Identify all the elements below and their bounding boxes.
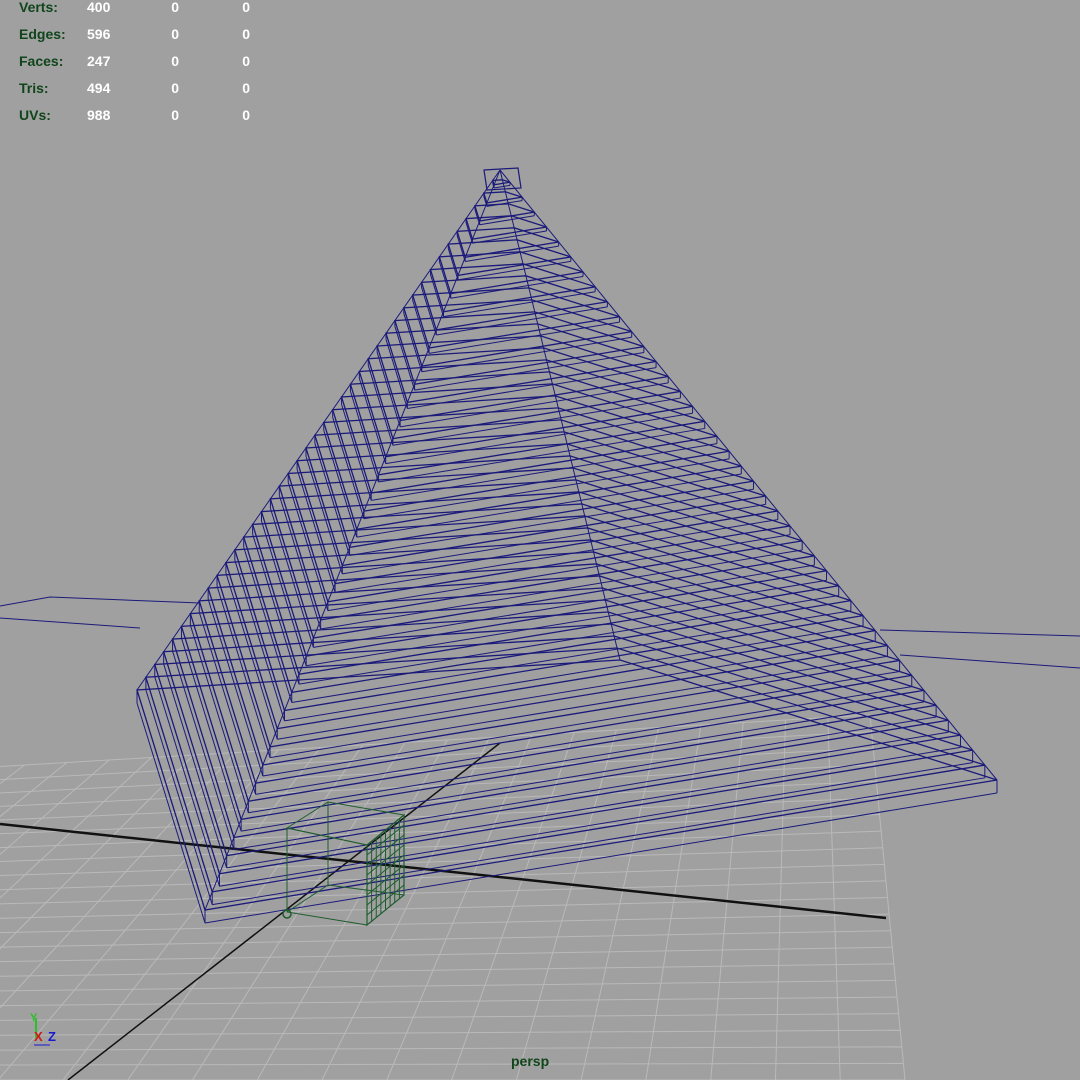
pyramid-step-riser (226, 746, 961, 869)
hud-stat-total: 596 (87, 26, 111, 42)
grid-line (580, 727, 660, 1080)
hud-row: Faces: 247 0 0 (19, 48, 250, 75)
pyramid-step-riser (371, 443, 718, 501)
pyramid-step-ring (331, 395, 730, 512)
hud-row: UVs: 988 0 0 (19, 102, 250, 129)
hud-stat-selected-2: 0 (242, 0, 250, 15)
hud-stat-selected: 0 (171, 107, 179, 123)
hud-stat-total: 400 (87, 0, 111, 15)
grid-line (0, 1062, 904, 1066)
pyramid-step-riser (284, 625, 864, 722)
pyramid-step-riser (367, 365, 394, 446)
horizon-line-right (879, 629, 1080, 637)
pyramid-step-riser (233, 731, 949, 850)
pyramid-step-riser (378, 427, 705, 483)
horizon-line-left (0, 596, 201, 607)
grid-line (0, 1013, 899, 1021)
grid-line (0, 757, 152, 899)
hud-row: Tris: 494 0 0 (19, 75, 250, 102)
pyramid-step-riser (189, 624, 249, 813)
pyramid-step-riser (494, 184, 511, 189)
pyramid-step-ring (162, 623, 961, 857)
pyramid-step-riser (376, 352, 401, 428)
hud-stat-selected: 0 (171, 80, 179, 96)
grid-line (0, 946, 893, 963)
pyramid-step-ring (385, 323, 657, 404)
hud-stat-label: Verts: (19, 0, 58, 15)
pyramid-step-riser (447, 248, 459, 281)
pyramid-step-ring (474, 203, 535, 222)
grid-line (0, 1046, 902, 1051)
axis-x-label: X (34, 1029, 43, 1044)
pyramid-step-ring (189, 587, 925, 802)
axis-z-label: Z (48, 1029, 56, 1044)
hud-stat-total: 494 (87, 80, 111, 96)
hud-row: Verts: 400 0 0 (19, 0, 250, 21)
pyramid-step-riser (219, 762, 973, 887)
pyramid-step-riser (291, 610, 851, 703)
pyramid-step-riser (243, 547, 293, 703)
hud-row: Edges: 596 0 0 (19, 21, 250, 48)
hud-stat-label: Tris: (19, 80, 49, 96)
hud-stat-label: UVs: (19, 107, 51, 123)
pyramid-step-riser (349, 488, 754, 556)
pyramid-step-ring (251, 503, 839, 676)
pyramid-step-riser (145, 689, 213, 905)
hud-stat-total: 247 (87, 53, 111, 69)
camera-name-label: persp (511, 1053, 550, 1069)
hud-stat-selected-2: 0 (242, 107, 250, 123)
grid-line (0, 996, 898, 1007)
pyramid-corner-edge (204, 169, 501, 911)
pyramid-step-riser (456, 235, 466, 262)
grid-line (321, 737, 490, 1080)
hud-stat-label: Faces: (19, 53, 64, 69)
hud-stat-selected: 0 (171, 53, 179, 69)
hud-stat-selected: 0 (171, 26, 179, 42)
hud-stat-selected-2: 0 (242, 26, 250, 42)
axis-orientation-gizmo: Y X Z (30, 1012, 56, 1046)
pyramid-step-riser (465, 222, 473, 244)
pyramid-step-riser (358, 378, 387, 464)
grid-line (0, 913, 890, 934)
pyramid-wireframe[interactable] (136, 167, 998, 924)
scene-wireframe[interactable] (0, 0, 1080, 1080)
axis-y-label: Y (30, 1012, 38, 1024)
grid-line (0, 764, 25, 785)
pyramid-step-riser (327, 534, 791, 612)
pyramid-step-ring (153, 635, 973, 875)
poly-count-hud: Verts: 400 0 0 Edges: 596 0 0 Faces: 247 0 0 Tris: 49… (19, 0, 250, 129)
pyramid-step-riser (314, 443, 351, 556)
pyramid-step-riser (400, 382, 669, 428)
perspective-viewport[interactable]: Verts: 400 0 0 Edges: 596 0 0 Faces: 247 0 0 Tris: 49… (0, 0, 1080, 1080)
pyramid-step-riser (136, 702, 206, 924)
hud-stat-total: 988 (87, 107, 111, 123)
pyramid-step-riser (436, 306, 608, 336)
ground-grid (0, 714, 906, 1080)
grid-line (0, 1029, 901, 1036)
grid-line (0, 963, 894, 977)
hud-stat-label: Edges: (19, 26, 66, 42)
hud-stat-selected-2: 0 (242, 53, 250, 69)
horizon-line-right-lower (899, 654, 1080, 669)
horizon-line-left-lower (0, 617, 141, 629)
hud-stat-selected-2: 0 (242, 80, 250, 96)
pyramid-step-ring (171, 611, 949, 839)
hud-stat-selected: 0 (171, 0, 179, 15)
